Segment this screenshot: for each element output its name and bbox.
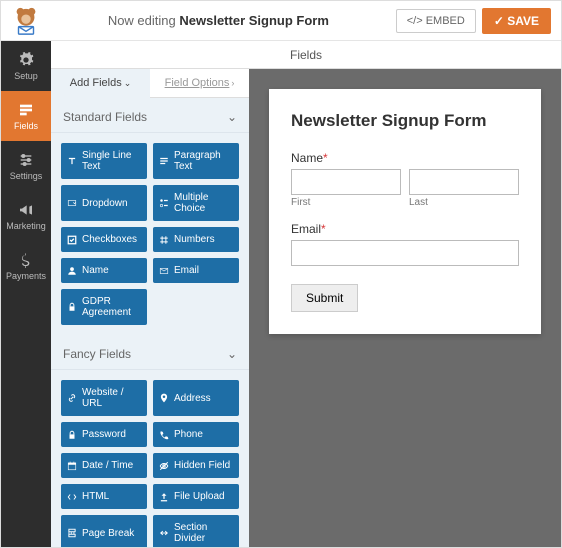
field-name[interactable]: Name: [61, 258, 147, 283]
email-label: Email*: [291, 222, 519, 236]
first-name-input[interactable]: [291, 169, 401, 195]
dropdown-icon: [67, 198, 77, 208]
hash-icon: [159, 235, 169, 245]
field-numbers[interactable]: Numbers: [153, 227, 239, 252]
sliders-icon: [18, 152, 34, 168]
chevron-down-icon: ⌄: [124, 78, 132, 88]
field-password[interactable]: Password: [61, 422, 147, 447]
nav-marketing[interactable]: Marketing: [1, 191, 51, 241]
field-website-url[interactable]: Website / URL: [61, 380, 147, 416]
eye-off-icon: [159, 461, 169, 471]
tab-add-fields[interactable]: Add Fields⌄: [51, 69, 150, 98]
group-fancy-fields[interactable]: Fancy Fields⌄: [51, 335, 249, 370]
field-multiple-choice[interactable]: Multiple Choice: [153, 185, 239, 221]
lock-icon: [67, 302, 77, 312]
nav-setup[interactable]: Setup: [1, 41, 51, 91]
radio-icon: [159, 198, 169, 208]
save-button[interactable]: ✓ SAVE: [482, 8, 551, 34]
calendar-icon: [67, 461, 77, 471]
chevron-right-icon: ›: [231, 78, 234, 88]
form-preview[interactable]: Newsletter Signup Form Name* First Last: [269, 89, 541, 334]
code-icon: [67, 492, 77, 502]
field-gdpr[interactable]: GDPR Agreement: [61, 289, 147, 325]
embed-button[interactable]: </> EMBED: [396, 9, 476, 33]
form-canvas: Newsletter Signup Form Name* First Last: [249, 69, 561, 547]
field-html[interactable]: HTML: [61, 484, 147, 509]
pin-icon: [159, 393, 169, 403]
fields-header: Fields: [51, 41, 561, 69]
nav-settings[interactable]: Settings: [1, 141, 51, 191]
nav-payments[interactable]: Payments: [1, 241, 51, 291]
link-icon: [67, 393, 77, 403]
left-nav: Setup Fields Settings Marketing Payments: [1, 41, 51, 547]
field-hidden[interactable]: Hidden Field: [153, 453, 239, 478]
paragraph-icon: [159, 156, 169, 166]
first-sublabel: First: [291, 197, 401, 208]
name-label: Name*: [291, 151, 519, 165]
email-input[interactable]: [291, 240, 519, 266]
last-name-input[interactable]: [409, 169, 519, 195]
group-standard-fields[interactable]: Standard Fields⌄: [51, 98, 249, 133]
dollar-icon: [18, 252, 34, 268]
field-email[interactable]: Email: [153, 258, 239, 283]
nav-fields[interactable]: Fields: [1, 91, 51, 141]
gear-icon: [18, 52, 34, 68]
last-sublabel: Last: [409, 197, 519, 208]
submit-button[interactable]: Submit: [291, 284, 358, 312]
bullhorn-icon: [18, 202, 34, 218]
field-checkboxes[interactable]: Checkboxes: [61, 227, 147, 252]
field-single-line-text[interactable]: Single Line Text: [61, 143, 147, 179]
field-paragraph-text[interactable]: Paragraph Text: [153, 143, 239, 179]
pagebreak-icon: [67, 528, 77, 538]
chevron-down-icon: ⌄: [227, 110, 237, 124]
text-icon: [67, 156, 77, 166]
person-icon: [67, 266, 77, 276]
field-section-divider[interactable]: Section Divider: [153, 515, 239, 547]
upload-icon: [159, 492, 169, 502]
field-file-upload[interactable]: File Upload: [153, 484, 239, 509]
field-phone[interactable]: Phone: [153, 422, 239, 447]
lock-icon: [67, 430, 77, 440]
phone-icon: [159, 430, 169, 440]
field-date-time[interactable]: Date / Time: [61, 453, 147, 478]
email-icon: [159, 266, 169, 276]
tab-field-options[interactable]: Field Options›: [150, 69, 249, 98]
editing-title: Now editing Newsletter Signup Form: [41, 13, 396, 28]
field-dropdown[interactable]: Dropdown: [61, 185, 147, 221]
field-address[interactable]: Address: [153, 380, 239, 416]
divider-icon: [159, 528, 169, 538]
form-icon: [18, 102, 34, 118]
topbar: Now editing Newsletter Signup Form </> E…: [1, 1, 561, 41]
checkbox-icon: [67, 235, 77, 245]
field-page-break[interactable]: Page Break: [61, 515, 147, 547]
chevron-down-icon: ⌄: [227, 347, 237, 361]
form-title: Newsletter Signup Form: [291, 111, 519, 131]
logo-icon: [11, 6, 41, 36]
fields-panel: Add Fields⌄ Field Options› Standard Fiel…: [51, 69, 249, 547]
